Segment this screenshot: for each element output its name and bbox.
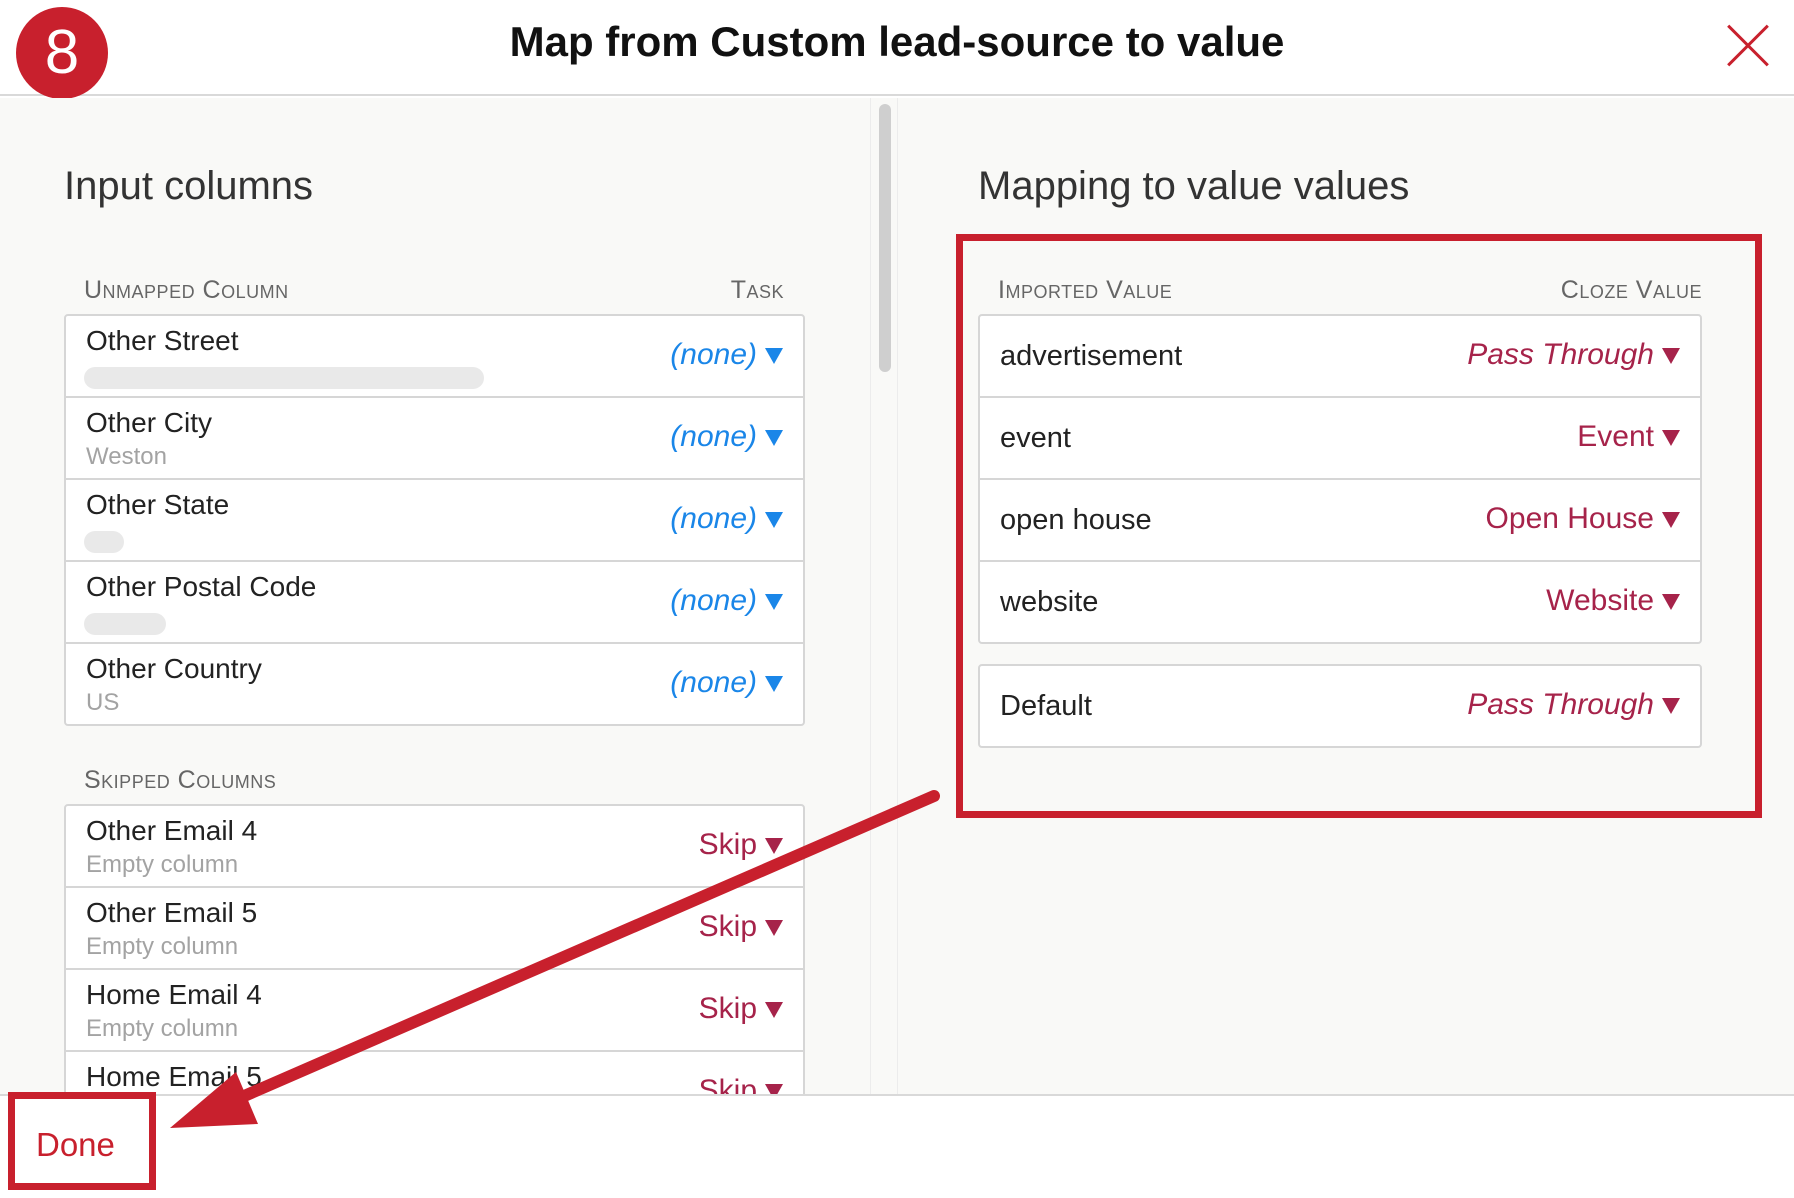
list-item: Other Email 5 Empty column Skip (66, 888, 803, 970)
redacted-value (84, 367, 484, 389)
column-name: Home Email 4 (86, 979, 262, 1010)
close-icon[interactable] (1726, 24, 1770, 68)
mapping-title: Mapping to value values (978, 164, 1410, 208)
list-item: Other Postal Code (none) (66, 562, 803, 644)
cloze-value-header: Cloze Value (1560, 276, 1702, 304)
chevron-down-icon (765, 1084, 783, 1094)
chevron-down-icon (765, 1002, 783, 1019)
column-name: Other Street (86, 325, 239, 356)
column-name: Home Email 5 (86, 1061, 262, 1092)
list-item: advertisement Pass Through (980, 316, 1700, 398)
dialog-title: Map from Custom lead-source to value (509, 18, 1285, 65)
list-item: open house Open House (980, 480, 1700, 562)
skipped-list: Other Email 4 Empty column Skip Other Em… (64, 804, 805, 1094)
chevron-down-icon (765, 430, 783, 447)
imported-value: open house (1000, 504, 1152, 536)
task-dropdown[interactable]: (none) (670, 584, 783, 618)
column-name: Other State (86, 489, 230, 520)
chevron-down-icon (1662, 512, 1680, 529)
cloze-value-dropdown[interactable]: Pass Through (1467, 338, 1680, 372)
list-item: Other Country US (none) (66, 644, 803, 726)
column-name: Other City (86, 407, 213, 438)
scrollbar-thumb[interactable] (879, 104, 891, 372)
list-item: Other Street (none) (66, 316, 803, 398)
column-sample: Weston (86, 443, 167, 470)
input-columns-panel: Input columns Unmapped Column Task Other… (0, 98, 870, 1094)
imported-value: website (1000, 586, 1099, 618)
chevron-down-icon (1662, 348, 1680, 365)
default-cloze-dropdown[interactable]: Pass Through (1467, 688, 1680, 722)
column-name: Other Email 4 (86, 815, 258, 846)
unmapped-column-header: Unmapped Column (84, 276, 289, 304)
task-header: Task (730, 276, 784, 304)
redacted-value (84, 531, 124, 553)
task-dropdown[interactable]: Skip (699, 992, 783, 1026)
chevron-down-icon (765, 920, 783, 937)
column-sample: Empty column (86, 851, 239, 878)
column-name: Other Email 5 (86, 897, 258, 928)
redacted-value (84, 613, 166, 635)
imported-value: event (1000, 422, 1071, 454)
dialog-footer: Done (0, 1094, 1794, 1198)
task-dropdown[interactable]: (none) (670, 502, 783, 536)
imported-value: advertisement (1000, 340, 1183, 372)
list-item: Other Email 4 Empty column Skip (66, 806, 803, 888)
input-columns-title: Input columns (64, 164, 314, 208)
imported-value-header: Imported Value (998, 276, 1173, 304)
list-item: event Event (980, 398, 1700, 480)
list-item: Default Pass Through (980, 666, 1700, 748)
cloze-value-dropdown[interactable]: Website (1546, 584, 1680, 618)
task-dropdown[interactable]: (none) (670, 338, 783, 372)
scrollbar[interactable] (870, 98, 898, 1094)
list-item: Other State (none) (66, 480, 803, 562)
chevron-down-icon (765, 348, 783, 365)
default-mapping: Default Pass Through (978, 664, 1702, 748)
cloze-value-dropdown[interactable]: Event (1577, 420, 1680, 454)
chevron-down-icon (765, 838, 783, 855)
list-item: Home Email 5 Skip (66, 1052, 803, 1094)
chevron-down-icon (1662, 698, 1680, 715)
mapping-list: advertisement Pass Through event Event o… (978, 314, 1702, 644)
dialog-header: 8 Map from Custom lead-source to value (0, 0, 1794, 99)
list-item: website Website (980, 562, 1700, 644)
task-dropdown[interactable]: Skip (699, 910, 783, 944)
task-dropdown[interactable]: Skip (699, 1074, 783, 1094)
column-name: Other Postal Code (86, 571, 317, 602)
mapping-panel: Mapping to value values Imported Value C… (898, 98, 1794, 1094)
task-dropdown[interactable]: (none) (670, 666, 783, 700)
done-button[interactable]: Done (36, 1126, 115, 1164)
skipped-columns-header: Skipped Columns (84, 766, 277, 794)
chevron-down-icon (765, 676, 783, 693)
chevron-down-icon (765, 594, 783, 611)
column-sample: Empty column (86, 1015, 239, 1042)
chevron-down-icon (765, 512, 783, 529)
task-dropdown[interactable]: Skip (699, 828, 783, 862)
list-item: Other City Weston (none) (66, 398, 803, 480)
unmapped-list: Other Street (none) Other City Weston (n… (64, 314, 805, 726)
task-dropdown[interactable]: (none) (670, 420, 783, 454)
chevron-down-icon (1662, 430, 1680, 447)
column-sample: US (86, 689, 120, 716)
list-item: Home Email 4 Empty column Skip (66, 970, 803, 1052)
cloze-value-dropdown[interactable]: Open House (1486, 502, 1680, 536)
column-name: Other Country (86, 653, 262, 684)
chevron-down-icon (1662, 594, 1680, 611)
column-sample: Empty column (86, 933, 239, 960)
default-label: Default (1000, 690, 1092, 722)
